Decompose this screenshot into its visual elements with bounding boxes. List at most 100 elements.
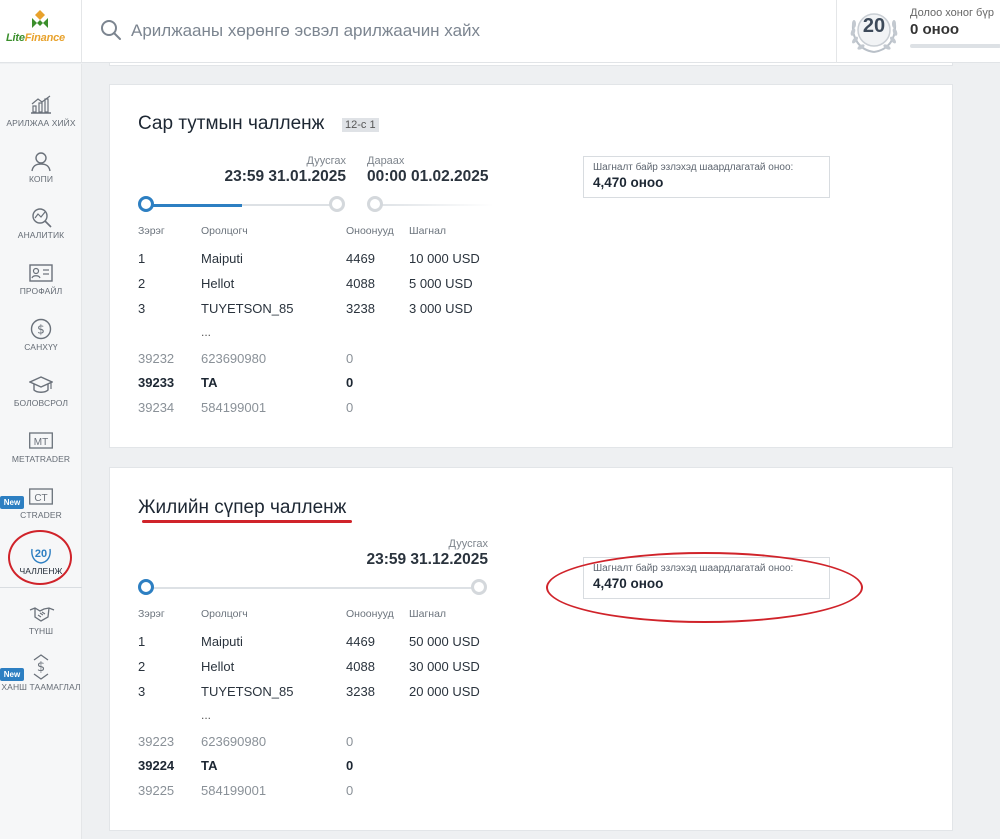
- points-cell: 4088: [346, 659, 375, 674]
- points-cell: 0: [346, 758, 354, 773]
- rank-cell: 39225: [138, 783, 175, 798]
- yearly-challenge-card: Жилийн сүпер чалленж Дуусгах 23:59 31.12…: [109, 467, 953, 831]
- participant-cell: TUYETSON_85: [201, 301, 294, 316]
- logo[interactable]: LiteFinance: [0, 0, 82, 63]
- weekly-badge-number: 20: [862, 15, 886, 37]
- points-cell: 0: [346, 400, 354, 415]
- weekly-points-value: 0 оноо: [910, 21, 960, 38]
- participant-cell: Hellot: [201, 659, 235, 674]
- annotation-underline: [142, 520, 352, 523]
- sidebar-item-analytics[interactable]: АНАЛИТИК: [0, 206, 82, 260]
- search-icon: [101, 20, 121, 40]
- logo-word-finance: Finance: [24, 32, 65, 44]
- yearly-progress-track: [146, 587, 480, 589]
- col-header-participant: Оролцогч: [201, 225, 248, 237]
- participant-cell: 623690980: [201, 734, 267, 749]
- participant-cell: Maiputi: [201, 634, 243, 649]
- logo-text: LiteFinance: [6, 32, 65, 44]
- required-points-value: 4,470 оноо: [593, 175, 664, 190]
- rank-cell: 39224: [138, 758, 175, 773]
- sidebar-item-label: БОЛОВСРОЛ: [13, 398, 69, 408]
- participant-cell: TUYETSON_85: [201, 684, 294, 699]
- required-points-box: Шагналт байр эзлэхэд шаардлагатай оноо: …: [583, 156, 830, 198]
- search-input[interactable]: Арилжааны хөрөнгө эсвэл арилжаачин хайх: [131, 21, 480, 41]
- participant-cell: 623690980: [201, 351, 267, 366]
- yearly-end-time: Дуусгах 23:59 31.12.2025: [366, 538, 488, 569]
- svg-text:$: $: [37, 323, 45, 337]
- chart-icon: [31, 95, 51, 114]
- monthly-challenge-title: Сар тутмын чалленж: [138, 113, 325, 134]
- prize-cell: 30 000 USD: [409, 659, 480, 674]
- progress-end-node: [471, 579, 487, 595]
- points-cell: 0: [346, 734, 354, 749]
- progress-end-node: [329, 196, 345, 212]
- sidebar-item-label: ХАНШ ТААМАГЛАЛ: [1, 682, 81, 692]
- col-header-prize: Шагнал: [409, 608, 447, 620]
- logo-mark-icon: [32, 10, 48, 28]
- points-cell: 4469: [346, 251, 375, 266]
- sidebar-item-label: ТҮНШ: [28, 626, 54, 636]
- search-bar[interactable]: Арилжааны хөрөнгө эсвэл арилжаачин хайх: [100, 19, 800, 43]
- sidebar-item-label: САНХҮҮ: [24, 342, 58, 352]
- prediction-icon: $: [33, 654, 49, 680]
- sidebar-item-copy[interactable]: КОПИ: [0, 150, 82, 204]
- sidebar-item-label: КОПИ: [28, 174, 54, 184]
- progress-start-node: [138, 196, 154, 212]
- monthly-end-time: Дуусгах 23:59 31.01.2025: [224, 155, 346, 186]
- sidebar-item-profile[interactable]: ПРОФАЙЛ: [0, 262, 82, 316]
- prize-cell: 10 000 USD: [409, 251, 480, 266]
- col-header-participant: Оролцогч: [201, 608, 248, 620]
- points-cell: 3238: [346, 684, 375, 699]
- end-value: 23:59 31.01.2025: [224, 168, 346, 185]
- prize-cell: 5 000 USD: [409, 276, 473, 291]
- next-label: Дараах: [367, 155, 405, 167]
- rank-cell: 1: [138, 251, 146, 266]
- sidebar-item-trade[interactable]: АРИЛЖАА ХИЙХ: [0, 94, 82, 148]
- monthly-challenge-card: Сар тутмын чалленж 12-с 1 Дуусгах 23:59 …: [109, 84, 953, 448]
- col-header-points: Оноонууд: [346, 225, 394, 237]
- monthly-progress-fill: [146, 203, 242, 207]
- next-value: 00:00 01.02.2025: [367, 168, 489, 185]
- ctrader-icon: CT: [29, 488, 53, 505]
- points-cell: 3238: [346, 301, 375, 316]
- sidebar-item-education[interactable]: БОЛОВСРОЛ: [0, 374, 82, 428]
- rows-ellipsis: ...: [201, 325, 212, 339]
- sidebar-item-partner[interactable]: ТҮНШ: [0, 602, 82, 656]
- graduation-cap-icon: [29, 376, 53, 393]
- weekly-label: Долоо хоног бүр: [910, 7, 994, 19]
- rank-cell: 3: [138, 301, 146, 316]
- rank-cell: 1: [138, 634, 146, 649]
- ctrader-icon-text: CT: [34, 493, 47, 504]
- prize-cell: 20 000 USD: [409, 684, 480, 699]
- annotation-circle-required-points: [546, 552, 863, 623]
- sidebar-divider: [0, 587, 82, 588]
- end-label: Дуусгах: [306, 155, 346, 167]
- points-cell: 0: [346, 375, 354, 390]
- rank-cell: 39234: [138, 400, 175, 415]
- points-cell: 4088: [346, 276, 375, 291]
- sidebar-item-forecast[interactable]: $ New ХАНШ ТААМАГЛАЛ: [0, 654, 82, 714]
- rank-cell: 3: [138, 684, 146, 699]
- rank-cell: 39223: [138, 734, 175, 749]
- sidebar-item-finance[interactable]: $ САНХҮҮ: [0, 318, 82, 372]
- points-cell: 0: [346, 783, 354, 798]
- points-cell: 4469: [346, 634, 375, 649]
- prize-cell: 3 000 USD: [409, 301, 473, 316]
- previous-card-edge: [109, 63, 953, 66]
- rows-ellipsis: ...: [201, 708, 212, 722]
- participant-cell: Maiputi: [201, 251, 243, 266]
- participant-cell: ТА: [201, 375, 218, 390]
- col-header-prize: Шагнал: [409, 225, 447, 237]
- profile-card-icon: [29, 264, 53, 282]
- dollar-icon: $: [30, 318, 52, 340]
- col-header-rank: Зэрэг: [138, 225, 165, 237]
- metatrader-icon-text: MT: [34, 437, 48, 448]
- next-period-track: [374, 204, 494, 206]
- weekly-points-widget[interactable]: 20 Долоо хоног бүр 0 оноо: [836, 0, 1000, 63]
- participant-cell: 584199001: [201, 783, 267, 798]
- new-badge: New: [0, 668, 24, 681]
- sidebar-item-label: АНАЛИТИК: [17, 230, 65, 240]
- annotation-circle-challenge: [8, 530, 72, 585]
- analytics-icon: [32, 208, 52, 228]
- sidebar-item-metatrader[interactable]: MT METATRADER: [0, 430, 82, 484]
